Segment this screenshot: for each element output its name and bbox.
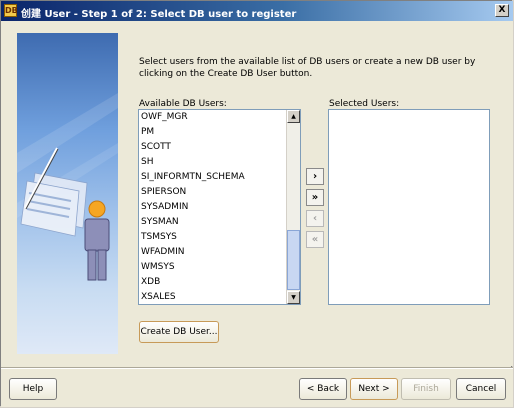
back-button[interactable]: < Back	[299, 378, 347, 400]
remove-all-button[interactable]: «	[306, 231, 324, 248]
next-button[interactable]: Next >	[350, 378, 398, 400]
available-user-item[interactable]: OWF_MGR	[139, 110, 288, 125]
selected-users-list[interactable]	[328, 109, 490, 305]
available-users-label: Available DB Users:	[139, 99, 227, 109]
wizard-side-illustration	[17, 33, 118, 354]
available-user-item[interactable]: PM	[139, 125, 288, 140]
move-selected-button[interactable]: ›	[306, 168, 324, 185]
help-button[interactable]: Help	[9, 378, 57, 400]
intro-text: Select users from the available list of …	[139, 57, 476, 79]
available-user-item[interactable]: WFADMIN	[139, 245, 288, 260]
available-user-item[interactable]: TSMSYS	[139, 230, 288, 245]
scroll-up-icon[interactable]: ▲	[287, 110, 300, 123]
scroll-thumb[interactable]	[287, 230, 300, 290]
available-users-list[interactable]: OWF_MGR PM SCOTT SH SI_INFORMTN_SCHEMA SPIERS…	[138, 109, 301, 305]
available-user-item[interactable]: SI_INFORMTN_SCHEMA	[139, 170, 288, 185]
close-button[interactable]: X	[495, 4, 509, 17]
create-db-user-button[interactable]: Create DB User...	[139, 321, 219, 343]
available-user-item[interactable]: WMSYS	[139, 260, 288, 275]
user-illustration-icon	[17, 93, 118, 281]
available-user-item[interactable]: SH	[139, 155, 288, 170]
finish-button[interactable]: Finish	[401, 378, 451, 400]
available-user-item[interactable]: SCOTT	[139, 140, 288, 155]
available-users-scrollbar[interactable]: ▲ ▼	[286, 110, 300, 304]
available-user-item[interactable]: SPIERSON	[139, 185, 288, 200]
wizard-footer: Help < Back Next > Finish Cancel	[1, 369, 513, 407]
available-user-item[interactable]: XDB	[139, 275, 288, 290]
window-title: 创建 User - Step 1 of 2: Select DB user to…	[21, 9, 297, 20]
cancel-button[interactable]: Cancel	[456, 378, 506, 400]
wizard-content: Select users from the available list of …	[1, 21, 513, 366]
database-app-icon: DB	[4, 4, 18, 17]
move-all-button[interactable]: »	[306, 189, 324, 206]
scroll-down-icon[interactable]: ▼	[287, 291, 300, 304]
available-user-item[interactable]: SYSADMIN	[139, 200, 288, 215]
selected-users-label: Selected Users:	[329, 99, 400, 109]
dialog-window: DB 创建 User - Step 1 of 2: Select DB user…	[0, 0, 513, 407]
title-bar[interactable]: DB 创建 User - Step 1 of 2: Select DB user…	[1, 1, 513, 21]
remove-selected-button[interactable]: ‹	[306, 210, 324, 227]
available-user-item[interactable]: XSALES	[139, 290, 288, 304]
available-user-item[interactable]: SYSMAN	[139, 215, 288, 230]
